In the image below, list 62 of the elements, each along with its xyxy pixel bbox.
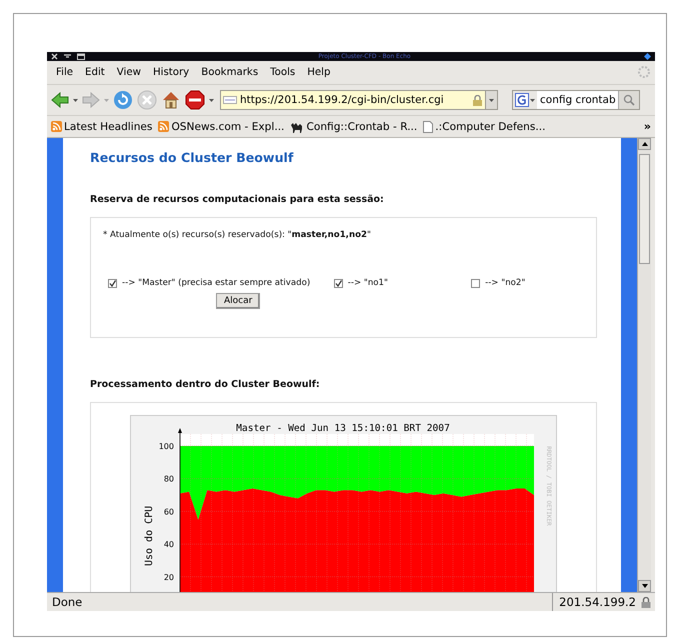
close-icon[interactable] — [51, 53, 58, 60]
chart-title: Master - Wed Jun 13 15:10:01 BRT 2007 — [236, 423, 450, 434]
throbber-icon — [637, 65, 651, 80]
dropdown-icon[interactable] — [73, 98, 78, 102]
node-checkbox[interactable] — [334, 278, 343, 288]
address-dropdown[interactable] — [486, 90, 498, 110]
menu-item[interactable]: History — [148, 66, 194, 78]
feed-icon — [158, 121, 170, 132]
section-title: Processamento dentro do Cluster Beowulf: — [90, 379, 321, 390]
bookmark-item[interactable]: OSNews.com - Expl... — [158, 120, 284, 133]
maximize-icon[interactable] — [77, 53, 85, 60]
dropdown-icon — [530, 98, 535, 102]
y-tick-label: 60 — [164, 508, 174, 517]
node-label: --> "no2" — [485, 278, 526, 288]
scroll-down-button[interactable] — [638, 580, 651, 592]
y-tick-label: 20 — [164, 573, 174, 582]
search-icon — [623, 94, 635, 106]
reload-icon[interactable] — [113, 90, 133, 110]
back-arrow-icon[interactable] — [51, 92, 69, 108]
host-text: 201.54.199.2 — [559, 595, 636, 610]
minimize-icon[interactable] — [64, 53, 71, 60]
menu-item[interactable]: Tools — [266, 66, 300, 78]
stop-sign-icon[interactable] — [185, 90, 205, 110]
lock-icon — [641, 596, 651, 608]
bookmark-item[interactable]: Config::Crontab - R... — [290, 120, 418, 133]
feed-icon — [51, 121, 62, 132]
address-field[interactable]: https://201.54.199.2/cgi-bin/cluster.cgi — [220, 90, 486, 110]
menu-item[interactable]: Bookmarks — [197, 66, 262, 78]
y-tick-label: 80 — [164, 474, 174, 484]
node-label: --> "no1" — [348, 278, 388, 288]
status-text: Done — [51, 595, 84, 610]
menu-item[interactable]: View — [112, 66, 145, 78]
allocate-button[interactable]: Alocar — [216, 293, 260, 310]
node-checkbox[interactable] — [108, 278, 117, 288]
reserved-resources-text: * Atualmente o(s) recurso(s) reservado(s): "master,no1,no2" — [103, 230, 372, 240]
scrollbar-thumb[interactable] — [639, 154, 650, 264]
page-heading: Recursos do Cluster Beowulf — [90, 150, 294, 166]
section-title: Reserva de recursos computacionais para esta sessão: — [90, 194, 385, 206]
lock-icon — [472, 94, 483, 106]
menu-item[interactable]: File — [52, 66, 78, 78]
node-checkbox[interactable] — [471, 278, 480, 288]
search-engine-icon — [515, 93, 529, 108]
menu-item[interactable]: Help — [303, 66, 334, 78]
up-arrow-icon — [642, 142, 648, 146]
bookmark-item[interactable]: Latest Headlines — [51, 120, 152, 133]
search-button[interactable] — [618, 91, 639, 110]
page-icon — [223, 96, 237, 104]
bookmark-item[interactable]: .:Computer Defens... — [423, 120, 546, 133]
node-label: --> "Master" (precisa estar sempre ativado) — [122, 278, 310, 288]
page-icon — [423, 120, 434, 133]
scroll-up-button[interactable] — [638, 138, 651, 150]
down-arrow-icon — [642, 584, 648, 588]
y-axis-label: Uso do CPU — [144, 506, 155, 566]
search-engine-button[interactable] — [513, 91, 537, 110]
dropdown-icon[interactable] — [209, 98, 214, 102]
bookmarks-overflow[interactable]: » — [644, 120, 651, 134]
dropdown-icon — [489, 98, 494, 102]
y-tick-label: 40 — [164, 540, 174, 550]
y-tick-label: 100 — [158, 442, 174, 452]
camel-icon — [290, 120, 304, 133]
menu-item[interactable]: Edit — [81, 66, 109, 78]
home-icon[interactable] — [161, 90, 181, 110]
